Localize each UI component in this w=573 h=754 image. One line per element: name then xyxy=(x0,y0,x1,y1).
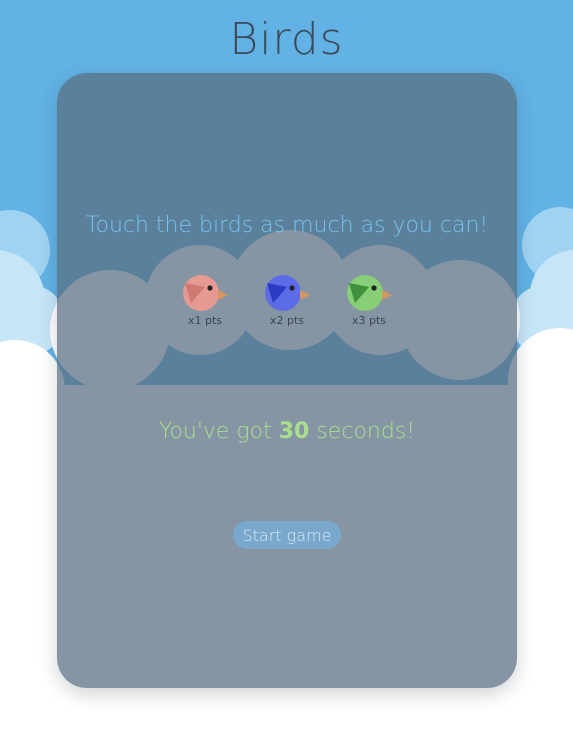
green-bird-icon xyxy=(347,275,392,311)
bird-points-label: x2 pts xyxy=(269,314,305,327)
instructions-text: Touch the birds as much as you can! xyxy=(85,213,489,238)
time-limit-text: You've got 30 seconds! xyxy=(57,419,517,444)
start-panel: Touch the birds as much as you can! x1 p… xyxy=(57,73,517,688)
blue-bird-icon xyxy=(265,275,310,311)
bird-legend-item: x3 pts xyxy=(337,273,401,327)
bird-legend: x1 pts x2 pts x3 pts xyxy=(57,273,517,343)
pink-bird-icon xyxy=(183,275,228,311)
start-game-button[interactable]: Start game xyxy=(233,521,341,549)
bird-legend-item: x1 pts xyxy=(173,273,237,327)
time-value: 30 xyxy=(278,419,310,444)
time-suffix: seconds! xyxy=(309,419,416,444)
game-title: Birds xyxy=(229,14,344,65)
time-prefix: You've got xyxy=(158,419,279,444)
bird-legend-item: x2 pts xyxy=(255,273,319,327)
bird-points-label: x1 pts xyxy=(187,314,223,327)
bird-points-label: x3 pts xyxy=(351,314,387,327)
